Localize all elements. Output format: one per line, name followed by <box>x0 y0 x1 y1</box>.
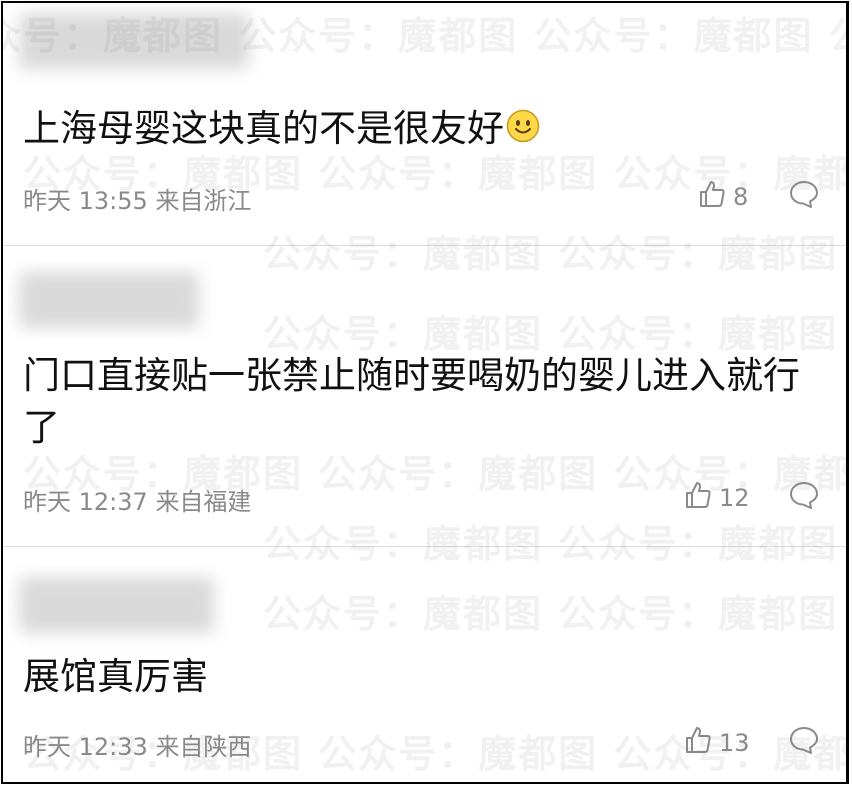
comment-location: 来自浙江 <box>155 187 252 215</box>
reply-button[interactable] <box>789 725 819 759</box>
comment-meta: 昨天 12:33 来自陕西 <box>23 727 251 762</box>
like-count: 13 <box>719 729 750 757</box>
reply-button[interactable] <box>789 480 819 514</box>
comment-text: 门口直接贴一张禁止随时要喝奶的婴儿进入就行了 <box>23 350 826 454</box>
comment-bubble-icon <box>789 727 819 759</box>
blurred-username <box>19 577 214 633</box>
comment-text-content: 展馆真厉害 <box>23 655 208 698</box>
thumbs-up-icon <box>683 480 713 516</box>
comment-text: 上海母婴这块真的不是很友好 <box>23 103 826 157</box>
comment-item: 上海母婴这块真的不是很友好 昨天 13:55 来自浙江 8 <box>3 3 846 243</box>
like-button[interactable]: 13 <box>683 725 750 761</box>
like-count: 8 <box>733 183 749 211</box>
like-button[interactable]: 8 <box>697 179 748 215</box>
comment-list-frame: 上海母婴这块真的不是很友好 昨天 13:55 来自浙江 8 门口直接贴一张禁止随… <box>1 1 849 784</box>
blurred-username <box>19 272 199 328</box>
comment-time: 昨天 13:55 <box>23 187 148 215</box>
comment-meta: 昨天 13:55 来自浙江 <box>23 181 251 216</box>
like-count: 12 <box>719 484 750 512</box>
comment-location: 来自陕西 <box>155 733 252 761</box>
comment-text-content: 门口直接贴一张禁止随时要喝奶的婴儿进入就行了 <box>23 354 800 449</box>
comment-bubble-icon <box>789 482 819 514</box>
smiley-face-icon <box>506 105 540 157</box>
comment-item: 门口直接贴一张禁止随时要喝奶的婴儿进入就行了 昨天 12:37 来自福建 12 <box>3 246 846 546</box>
thumbs-up-icon <box>697 179 727 215</box>
reply-button[interactable] <box>789 179 819 213</box>
comment-time: 昨天 12:33 <box>23 733 148 761</box>
comment-meta: 昨天 12:37 来自福建 <box>23 482 251 517</box>
like-button[interactable]: 12 <box>683 480 750 516</box>
comment-text-content: 上海母婴这块真的不是很友好 <box>23 107 504 150</box>
blurred-username <box>19 13 249 69</box>
comment-item: 展馆真厉害 昨天 12:33 来自陕西 13 <box>3 547 846 782</box>
comment-time: 昨天 12:37 <box>23 488 148 516</box>
thumbs-up-icon <box>683 725 713 761</box>
comment-bubble-icon <box>789 181 819 213</box>
comment-text: 展馆真厉害 <box>23 651 826 703</box>
comment-location: 来自福建 <box>155 488 252 516</box>
